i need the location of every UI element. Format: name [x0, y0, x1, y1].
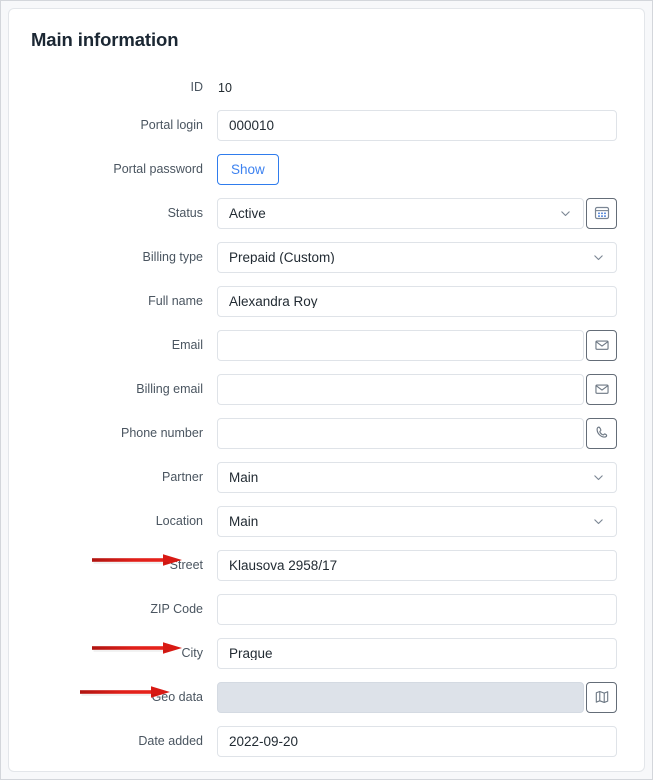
- zip-code-input[interactable]: [217, 593, 617, 625]
- street-input[interactable]: Klausova 2958/17: [217, 549, 617, 581]
- chevron-down-icon: [592, 515, 605, 528]
- phone-icon: [594, 425, 610, 441]
- show-password-button[interactable]: Show: [217, 153, 279, 185]
- billing-type-value: Prepaid (Custom): [229, 249, 335, 265]
- label-city: City: [181, 645, 203, 660]
- portal-login-value: 000010: [229, 117, 275, 133]
- location-select[interactable]: Main: [217, 505, 617, 537]
- date-added-value: 2022-09-20: [229, 733, 299, 749]
- form-row-date-added: Date added 2022-09-20: [9, 719, 646, 763]
- label-street: Street: [169, 557, 203, 572]
- full-name-value: Alexandra Roy: [229, 293, 318, 309]
- form-row-city: City Prague: [9, 631, 646, 675]
- form-row-geo-data: Geo data: [9, 675, 646, 719]
- screen: Main information ID 10 Portal login 0000…: [0, 0, 653, 780]
- form-row-billing-type: Billing type Prepaid (Custom): [9, 235, 646, 279]
- main-information-panel: Main information ID 10 Portal login 0000…: [8, 8, 645, 772]
- form-row-zip-code: ZIP Code: [9, 587, 646, 631]
- field-date-added: 2022-09-20: [217, 725, 617, 757]
- billing-email-send-button[interactable]: [586, 373, 617, 405]
- form-row-status: Status Active: [9, 191, 646, 235]
- field-portal-password: Show: [217, 153, 279, 185]
- status-value: Active: [229, 205, 266, 221]
- form-row-email: Email: [9, 323, 646, 367]
- status-grid-dots-button[interactable]: [586, 197, 617, 229]
- form-row-phone-number: Phone number: [9, 411, 646, 455]
- date-added-input[interactable]: 2022-09-20: [217, 725, 617, 757]
- email-input[interactable]: [217, 329, 584, 361]
- portal-login-input[interactable]: 000010: [217, 109, 617, 141]
- geo-data-value: [229, 697, 572, 698]
- form-row-portal-login: Portal login 000010: [9, 103, 646, 147]
- email-send-button[interactable]: [586, 329, 617, 361]
- form-row-billing-email: Billing email: [9, 367, 646, 411]
- full-name-input[interactable]: Alexandra Roy: [217, 285, 617, 317]
- field-city: Prague: [217, 637, 617, 669]
- label-full-name: Full name: [148, 293, 203, 308]
- billing-email-input[interactable]: [217, 373, 584, 405]
- label-date-added: Date added: [138, 733, 203, 748]
- field-partner: Main: [217, 461, 617, 493]
- form-row-id: ID 10: [9, 72, 646, 103]
- email-value: [229, 345, 572, 346]
- chevron-down-icon: [559, 207, 572, 220]
- label-geo-data: Geo data: [151, 689, 203, 704]
- field-billing-type: Prepaid (Custom): [217, 241, 617, 273]
- field-location: Main: [217, 505, 617, 537]
- page-title: Main information: [31, 29, 179, 50]
- status-select[interactable]: Active: [217, 197, 584, 229]
- field-status: Active: [217, 197, 617, 229]
- chevron-down-icon: [592, 251, 605, 264]
- partner-select[interactable]: Main: [217, 461, 617, 493]
- city-input[interactable]: Prague: [217, 637, 617, 669]
- label-portal-password: Portal password: [113, 161, 203, 176]
- geo-data-map-button[interactable]: [586, 681, 617, 713]
- label-portal-login: Portal login: [140, 117, 203, 132]
- phone-number-input[interactable]: [217, 417, 584, 449]
- billing-type-select[interactable]: Prepaid (Custom): [217, 241, 617, 273]
- label-location: Location: [155, 513, 203, 528]
- envelope-icon: [594, 381, 610, 397]
- form-row-street: Street Klausova 2958/17: [9, 543, 646, 587]
- field-zip-code: [217, 593, 617, 625]
- form-row-full-name: Full name Alexandra Roy: [9, 279, 646, 323]
- label-phone-number: Phone number: [120, 425, 203, 440]
- field-phone-number: [217, 417, 617, 449]
- label-status: Status: [167, 205, 203, 220]
- phone-number-value: [229, 433, 572, 434]
- partner-value: Main: [229, 469, 259, 485]
- field-portal-login: 000010: [217, 109, 617, 141]
- id-value: 10: [218, 80, 232, 95]
- main-information-form: ID 10 Portal login 000010 Portal passwor…: [9, 72, 646, 763]
- field-email: [217, 329, 617, 361]
- label-partner: Partner: [162, 469, 203, 484]
- label-zip-code: ZIP Code: [150, 601, 203, 616]
- field-billing-email: [217, 373, 617, 405]
- grid-dots-icon: [594, 205, 610, 221]
- phone-call-button[interactable]: [586, 417, 617, 449]
- city-value: Prague: [229, 645, 273, 661]
- form-row-partner: Partner Main: [9, 455, 646, 499]
- street-value: Klausova 2958/17: [229, 557, 338, 573]
- label-billing-email: Billing email: [136, 381, 203, 396]
- zip-code-value: [229, 609, 605, 610]
- envelope-icon: [594, 337, 610, 353]
- location-value: Main: [229, 513, 259, 529]
- field-street: Klausova 2958/17: [217, 549, 617, 581]
- field-geo-data: [217, 681, 617, 713]
- label-email: Email: [171, 337, 203, 352]
- label-id: ID: [190, 80, 204, 95]
- chevron-down-icon: [592, 471, 605, 484]
- geo-data-input: [217, 681, 584, 713]
- form-row-location: Location Main: [9, 499, 646, 543]
- billing-email-value: [229, 389, 572, 390]
- map-icon: [594, 689, 610, 705]
- form-row-portal-password: Portal password Show: [9, 147, 646, 191]
- field-id: 10: [217, 81, 232, 95]
- label-billing-type: Billing type: [142, 249, 203, 264]
- field-full-name: Alexandra Roy: [217, 285, 617, 317]
